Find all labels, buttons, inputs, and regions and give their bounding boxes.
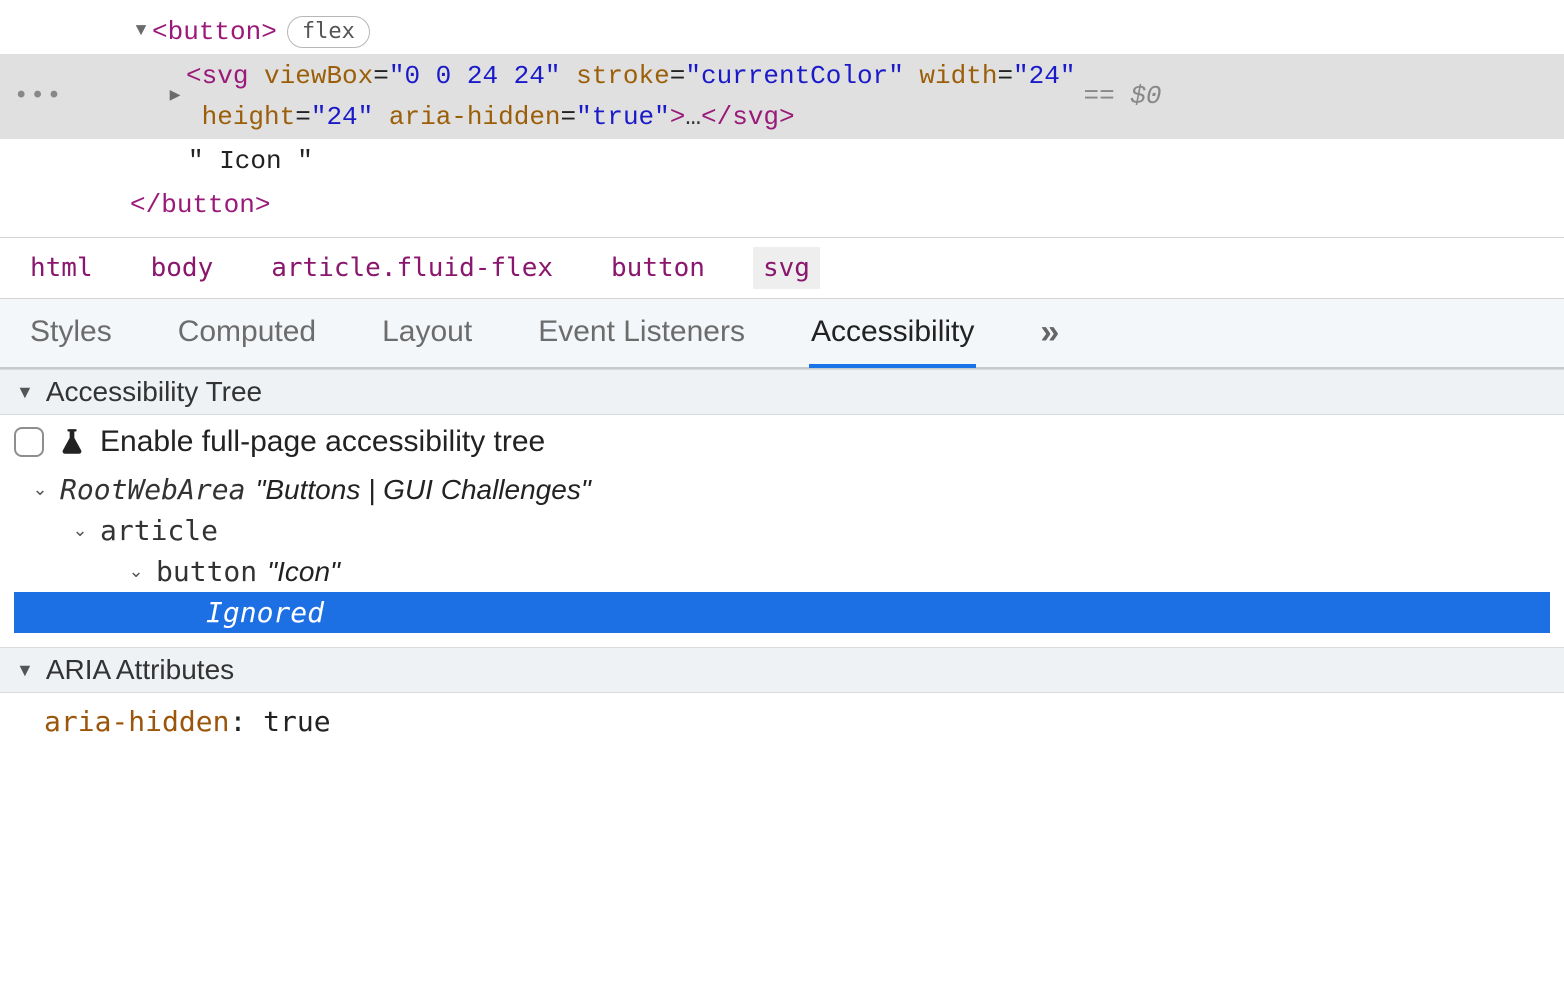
tab-styles[interactable]: Styles: [28, 300, 114, 368]
breadcrumb-item[interactable]: article.fluid-flex: [261, 247, 563, 289]
tab-event-listeners[interactable]: Event Listeners: [536, 300, 747, 368]
dollar-zero-indicator: == $0: [1083, 76, 1161, 116]
section-title: Accessibility Tree: [46, 376, 262, 408]
section-title: ARIA Attributes: [46, 654, 234, 686]
tree-name: "Buttons | GUI Challenges": [255, 474, 590, 506]
tree-role: article: [100, 514, 218, 547]
section-header-a11y-tree[interactable]: ▼ Accessibility Tree: [0, 369, 1564, 415]
more-actions-icon[interactable]: •••: [14, 78, 63, 115]
breadcrumb-item[interactable]: button: [601, 247, 715, 289]
tree-row-button[interactable]: ⌄ button "Icon": [14, 551, 1550, 592]
tabs-overflow-icon[interactable]: »: [1038, 300, 1059, 368]
dom-row-text-node[interactable]: " Icon ": [0, 139, 1564, 183]
aria-attribute-row[interactable]: aria-hidden: true: [0, 693, 1564, 762]
tab-computed[interactable]: Computed: [176, 300, 318, 368]
breadcrumb-item[interactable]: body: [141, 247, 224, 289]
dom-row-svg-selected[interactable]: ••• <svg viewBox="0 0 24 24" stroke="cur…: [0, 54, 1564, 139]
chevron-down-icon[interactable]: ⌄: [30, 479, 50, 500]
a11y-tree-content: Enable full-page accessibility tree ⌄ Ro…: [0, 415, 1564, 647]
chevron-down-icon[interactable]: ⌄: [70, 520, 90, 541]
tree-row-root[interactable]: ⌄ RootWebArea "Buttons | GUI Challenges": [14, 469, 1550, 510]
enable-fullpage-checkbox[interactable]: [14, 427, 44, 457]
disclosure-down-icon[interactable]: [130, 18, 152, 46]
elements-panel: <button> flex ••• <svg viewBox="0 0 24 2…: [0, 0, 1564, 237]
chevron-down-icon[interactable]: ⌄: [126, 561, 146, 582]
aria-attr-key: aria-hidden: [44, 705, 229, 738]
tab-layout[interactable]: Layout: [380, 300, 474, 368]
disclosure-right-icon[interactable]: [164, 83, 186, 111]
tree-ignored-label: Ignored: [206, 596, 324, 629]
enable-fullpage-label: Enable full-page accessibility tree: [100, 425, 545, 459]
aria-attr-value: true: [263, 705, 330, 738]
breadcrumb: html body article.fluid-flex button svg: [0, 237, 1564, 299]
flex-badge[interactable]: flex: [287, 16, 370, 48]
tree-row-article[interactable]: ⌄ article: [14, 510, 1550, 551]
disclosure-down-icon[interactable]: ▼: [16, 660, 34, 681]
section-header-aria-attrs[interactable]: ▼ ARIA Attributes: [0, 647, 1564, 693]
flask-icon: [58, 428, 86, 456]
dom-row-button-close[interactable]: </button>: [0, 183, 1564, 227]
dom-row-button-open[interactable]: <button> flex: [0, 10, 1564, 54]
tree-role: RootWebArea: [60, 473, 245, 506]
side-panel-tabs: Styles Computed Layout Event Listeners Acces…: [0, 299, 1564, 369]
tab-accessibility[interactable]: Accessibility: [809, 300, 976, 368]
tree-name: "Icon": [267, 556, 340, 588]
accessibility-tree: ⌄ RootWebArea "Buttons | GUI Challenges"…: [14, 469, 1550, 633]
breadcrumb-item[interactable]: svg: [753, 247, 820, 289]
breadcrumb-item[interactable]: html: [20, 247, 103, 289]
disclosure-down-icon[interactable]: ▼: [16, 382, 34, 403]
tree-row-ignored-selected[interactable]: Ignored: [14, 592, 1550, 633]
tree-role: button: [156, 555, 257, 588]
